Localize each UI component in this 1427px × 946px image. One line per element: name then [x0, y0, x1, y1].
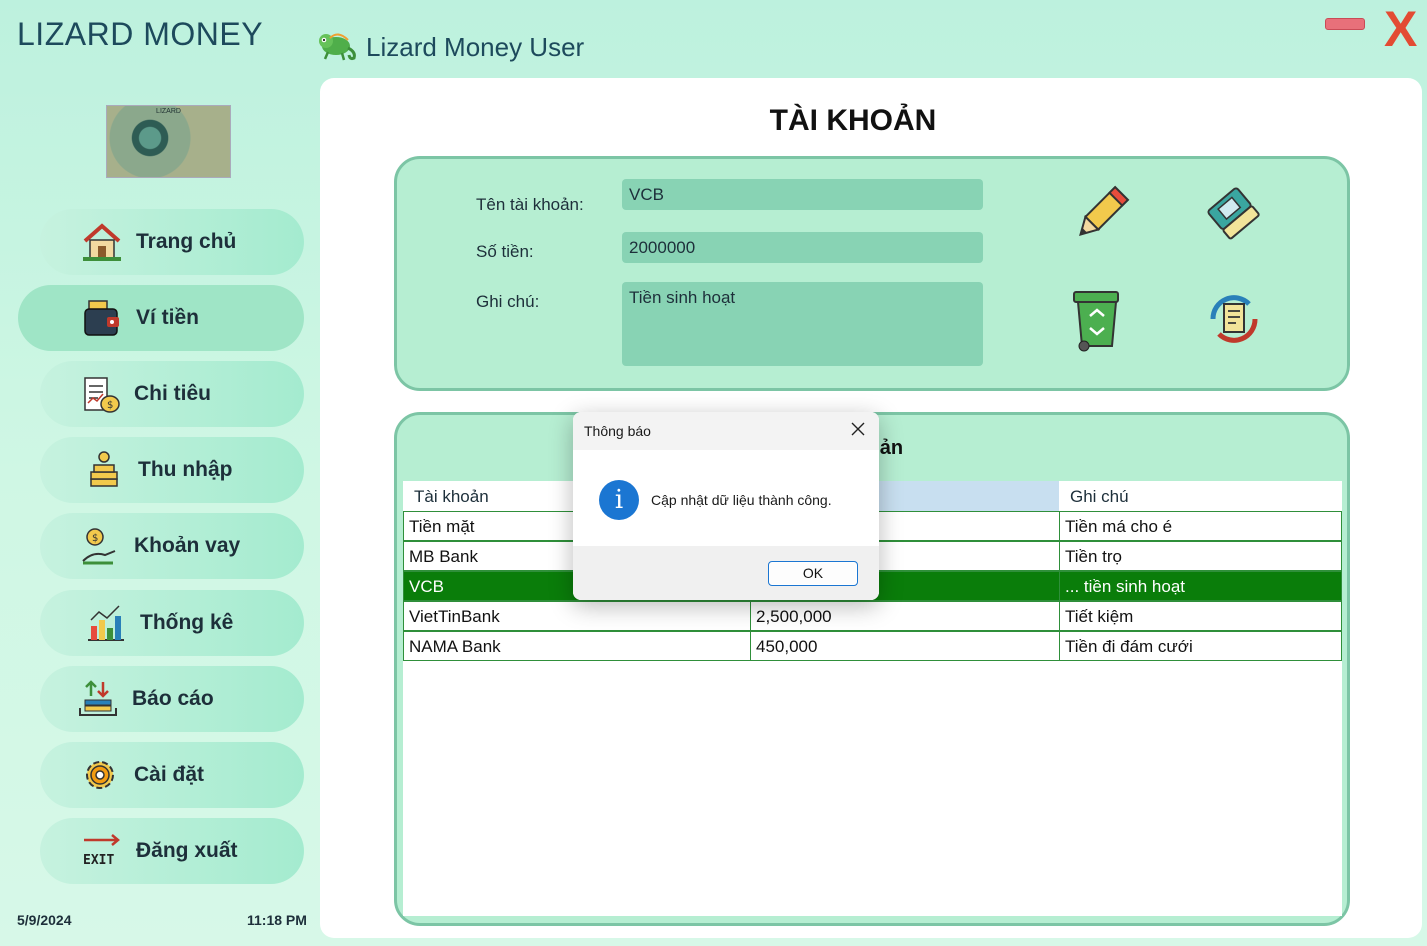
table-row[interactable]: NAMA Bank 450,000 Tiền đi đám cưới — [403, 631, 1342, 661]
ok-button[interactable]: OK — [768, 561, 858, 586]
amount-label: Số tiền: — [476, 242, 534, 261]
sidebar-item-income[interactable]: Thu nhập — [40, 437, 304, 503]
minimize-button[interactable] — [1325, 18, 1365, 30]
sidebar-item-logout[interactable]: EXIT Đăng xuất — [40, 818, 304, 884]
report-icon — [76, 677, 120, 721]
home-icon — [80, 220, 124, 264]
settings-icon — [78, 753, 122, 797]
user-name: Lizard Money User — [366, 32, 585, 62]
sidebar-item-label: Trang chủ — [136, 230, 237, 253]
table-row[interactable]: VietTinBank 2,500,000 Tiết kiệm — [403, 601, 1342, 631]
svg-text:$: $ — [92, 533, 98, 544]
expense-icon: $ — [78, 372, 122, 416]
column-header-note[interactable]: Ghi chú — [1059, 481, 1342, 511]
cell-note: ... tiền sinh hoạt — [1059, 571, 1342, 601]
sidebar-item-home[interactable]: Trang chủ — [40, 209, 304, 275]
logo-text: LIZARD — [156, 108, 181, 115]
lizard-icon — [316, 28, 358, 67]
page-title: TÀI KHOẢN — [769, 104, 937, 137]
refresh-document-icon — [1201, 286, 1267, 357]
sidebar-item-label: Thu nhập — [138, 458, 233, 481]
dialog-close-button[interactable] — [847, 420, 869, 442]
cell-amount: 2,500,000 — [750, 601, 1060, 631]
status-date: 5/9/2024 — [17, 912, 72, 928]
sidebar-item-label: Khoản vay — [134, 534, 241, 557]
refresh-button[interactable] — [1199, 286, 1269, 356]
sidebar-item-report[interactable]: Báo cáo — [40, 666, 304, 732]
cell-note: Tiền trọ — [1059, 541, 1342, 571]
close-icon — [851, 419, 865, 441]
dialog-titlebar[interactable]: Thông báo — [573, 412, 879, 450]
account-name-input[interactable]: VCB — [622, 179, 983, 210]
svg-text:$: $ — [107, 400, 113, 411]
edit-button[interactable] — [1066, 181, 1136, 251]
sidebar-item-label: Cài đặt — [134, 763, 205, 786]
sidebar-item-label: Báo cáo — [132, 687, 214, 710]
cell-account: NAMA Bank — [403, 631, 751, 661]
statistics-icon — [84, 601, 128, 645]
wallet-icon — [80, 296, 124, 340]
status-time: 11:18 PM — [247, 912, 307, 928]
sidebar-item-settings[interactable]: Cài đặt — [40, 742, 304, 808]
amount-input[interactable]: 2000000 — [622, 232, 983, 263]
info-icon: i — [599, 480, 639, 520]
cell-amount: 450,000 — [750, 631, 1060, 661]
sidebar-item-label: Thống kê — [140, 611, 234, 634]
sidebar-item-label: Chi tiêu — [134, 382, 211, 405]
close-window-button[interactable]: X — [1384, 0, 1417, 58]
sidebar-item-statistics[interactable]: Thống kê — [40, 590, 304, 656]
dialog-body: i Cập nhật dữ liệu thành công. — [573, 450, 879, 546]
loan-icon: $ — [78, 524, 122, 568]
delete-button[interactable] — [1062, 286, 1132, 356]
dialog-message: Cập nhật dữ liệu thành công. — [651, 492, 832, 508]
trash-icon — [1064, 286, 1130, 357]
cell-note: Tiền má cho é — [1059, 511, 1342, 541]
account-name-label: Tên tài khoản: — [476, 195, 584, 214]
app-logo: LIZARD — [106, 105, 231, 178]
cell-note: Tiền đi đám cưới — [1059, 631, 1342, 661]
app-title: LIZARD MONEY — [17, 16, 264, 52]
sidebar-item-label: Ví tiền — [136, 306, 200, 329]
note-label: Ghi chú: — [476, 292, 540, 311]
sidebar-item-label: Đăng xuất — [136, 839, 238, 862]
exit-icon: EXIT — [80, 829, 124, 873]
svg-text:EXIT: EXIT — [83, 853, 114, 868]
cell-note: Tiết kiệm — [1059, 601, 1342, 631]
note-textarea[interactable]: Tiền sinh hoạt — [622, 282, 983, 366]
notification-dialog: Thông báo i Cập nhật dữ liệu thành công.… — [573, 412, 879, 600]
dialog-footer: OK — [573, 546, 879, 600]
clear-button[interactable] — [1199, 181, 1269, 251]
cell-account: VietTinBank — [403, 601, 751, 631]
pencil-icon — [1068, 181, 1134, 252]
dialog-title: Thông báo — [584, 423, 651, 439]
eraser-icon — [1201, 181, 1267, 252]
user-area: Lizard Money User — [316, 28, 584, 67]
sidebar-item-wallet[interactable]: Ví tiền — [18, 285, 304, 351]
sidebar-item-loan[interactable]: $ Khoản vay — [40, 513, 304, 579]
income-icon — [82, 448, 126, 492]
sidebar-item-expense[interactable]: $ Chi tiêu — [40, 361, 304, 427]
